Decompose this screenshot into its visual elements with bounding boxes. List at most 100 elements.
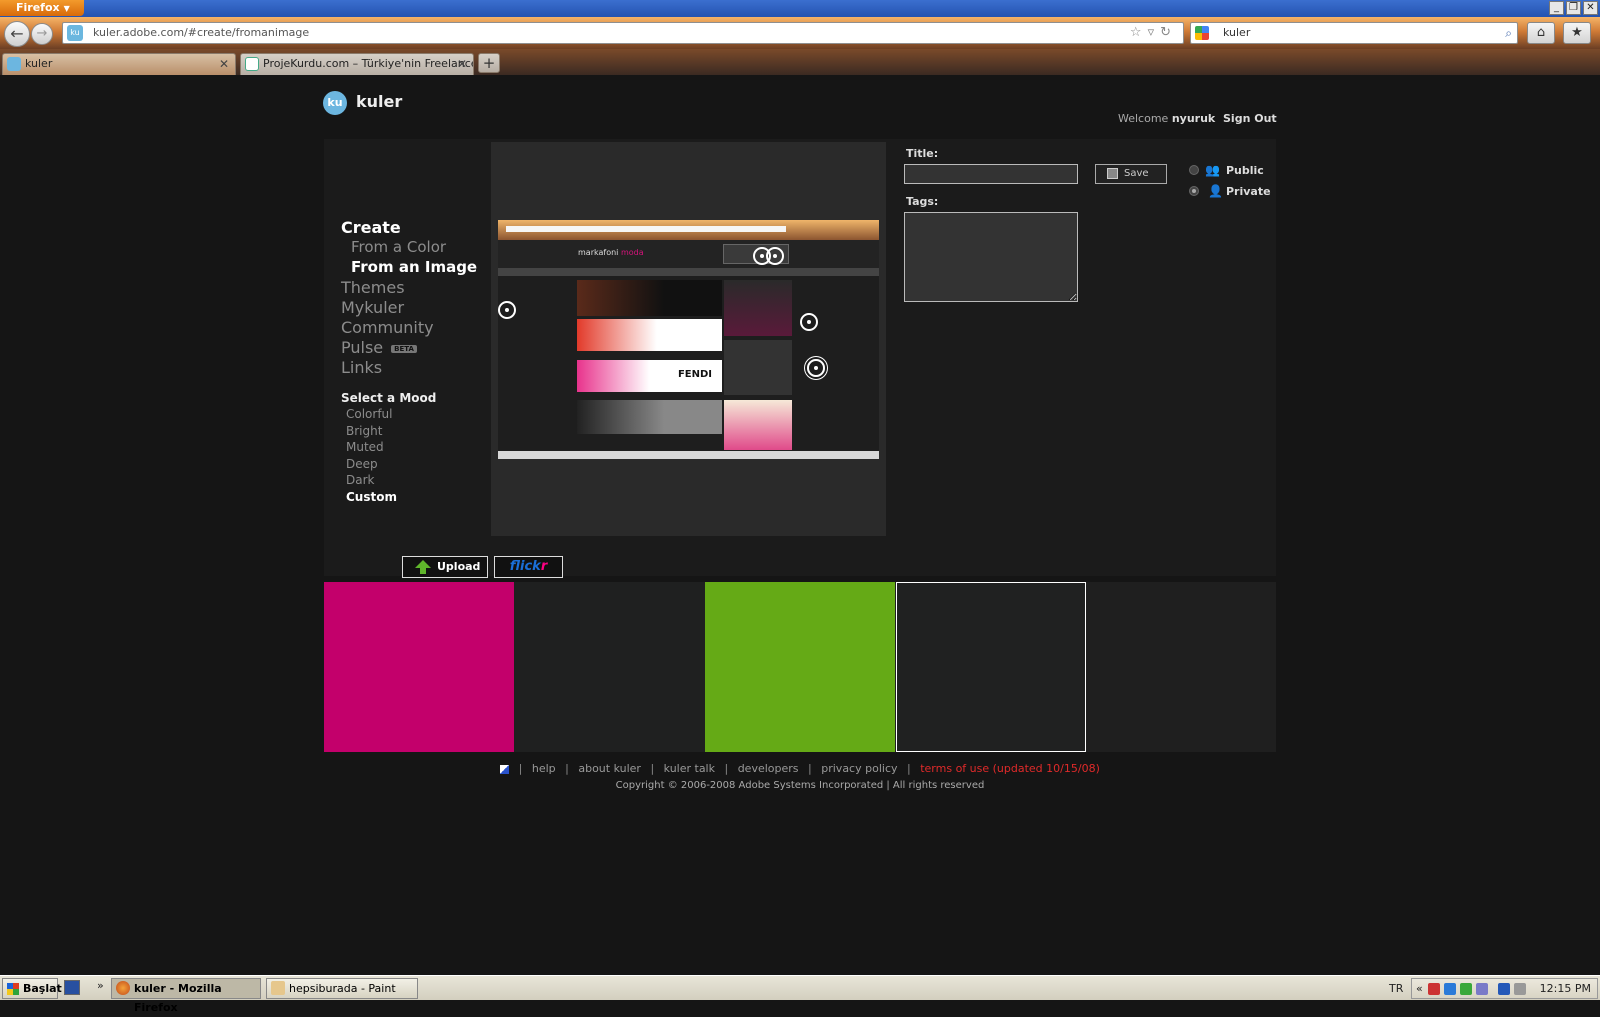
- copyright-text: Copyright © 2006-2008 Adobe Systems Inco…: [615, 780, 985, 791]
- tray-monitor-icon[interactable]: [1498, 983, 1510, 995]
- footer-links: | help | about kuler | kuler talk | deve…: [0, 762, 1600, 775]
- tray-security-icon[interactable]: [1428, 983, 1440, 995]
- color-picker-handle-3[interactable]: [766, 247, 784, 265]
- quicklaunch-more[interactable]: »: [97, 979, 104, 992]
- swatch-1[interactable]: [324, 582, 514, 752]
- mood-deep[interactable]: Deep: [346, 457, 378, 471]
- tray-expand-chevron[interactable]: «: [1416, 982, 1423, 995]
- username: nyuruk: [1171, 112, 1216, 125]
- tray-network-icon[interactable]: [1444, 983, 1456, 995]
- nav-community[interactable]: Community: [341, 318, 434, 337]
- url-text[interactable]: kuler.adobe.com/#create/fromanimage: [93, 23, 309, 43]
- minimize-icon[interactable]: _: [1549, 1, 1564, 15]
- tab-strip: kuler ✕ ProjeKurdu.com – Türkiye'nin Fre…: [0, 49, 1600, 75]
- tags-input[interactable]: [904, 212, 1078, 302]
- firefox-menu-button[interactable]: Firefox ▼: [0, 0, 84, 16]
- start-button[interactable]: Başlat: [2, 978, 62, 999]
- address-bar[interactable]: ku kuler.adobe.com/#create/fromanimage ☆…: [62, 22, 1184, 44]
- footer-developers-link[interactable]: developers: [738, 762, 799, 775]
- footer-terms-link[interactable]: terms of use (updated 10/15/08): [920, 762, 1100, 775]
- footer-talk-link[interactable]: kuler talk: [664, 762, 715, 775]
- search-icon[interactable]: ⌕: [1505, 23, 1512, 43]
- mood-colorful[interactable]: Colorful: [346, 407, 393, 421]
- mood-dark[interactable]: Dark: [346, 473, 374, 487]
- sign-out-link[interactable]: Sign Out: [1223, 112, 1277, 125]
- kuler-favicon-icon: ku: [67, 25, 83, 41]
- close-tab-icon[interactable]: ✕: [457, 54, 467, 74]
- color-picker-handle-1[interactable]: [498, 301, 516, 319]
- search-bar[interactable]: kuler ⌕: [1190, 22, 1518, 44]
- tab-projekurdu[interactable]: ProjeKurdu.com – Türkiye'nin Freelance İ…: [240, 53, 474, 75]
- kuler-favicon-icon: [7, 57, 21, 71]
- image-site-logo: markafoni moda: [578, 248, 644, 257]
- tab-kuler[interactable]: kuler ✕: [2, 53, 236, 75]
- back-arrow-icon[interactable]: ←: [4, 21, 30, 47]
- restore-icon[interactable]: ❐: [1566, 1, 1581, 15]
- show-desktop-icon[interactable]: [64, 980, 80, 995]
- swatch-3[interactable]: [705, 582, 895, 752]
- bookmark-star-reload-icon[interactable]: ☆▿↻: [1130, 23, 1177, 43]
- tags-label: Tags:: [906, 195, 939, 208]
- nav-themes[interactable]: Themes: [341, 278, 405, 297]
- projekurdu-favicon-icon: [245, 57, 259, 71]
- tab-title: ProjeKurdu.com – Türkiye'nin Freelance İ…: [263, 57, 474, 70]
- firefox-icon: [116, 981, 130, 995]
- adobe-logo-icon[interactable]: [500, 764, 510, 774]
- beta-badge: BETA: [391, 344, 417, 353]
- volume-icon[interactable]: [1514, 983, 1526, 995]
- google-icon[interactable]: [1195, 26, 1209, 40]
- close-window-icon[interactable]: ✕: [1583, 1, 1598, 15]
- private-label[interactable]: Private: [1226, 185, 1271, 198]
- task-paint[interactable]: hepsiburada - Paint: [266, 978, 418, 999]
- task-firefox[interactable]: kuler - Mozilla Firefox: [111, 978, 261, 1014]
- create-panel: Create From a Color From an Image Themes…: [324, 139, 1276, 576]
- kuler-logo-icon[interactable]: ku: [323, 91, 347, 115]
- swatch-2[interactable]: [515, 582, 705, 752]
- image-preview-panel: markafoni moda FENDI: [491, 142, 886, 536]
- mood-custom[interactable]: Custom: [346, 490, 397, 504]
- paint-icon: [271, 981, 285, 995]
- swatch-4[interactable]: [896, 582, 1086, 752]
- image-status-bar: [498, 451, 879, 459]
- nav-create[interactable]: Create: [341, 218, 401, 237]
- image-tile-promo: [724, 280, 792, 336]
- nav-from-a-color[interactable]: From a Color: [351, 238, 446, 256]
- color-picker-handle-4[interactable]: [800, 313, 818, 331]
- close-tab-icon[interactable]: ✕: [219, 54, 229, 74]
- footer-privacy-link[interactable]: privacy policy: [821, 762, 897, 775]
- private-radio[interactable]: [1189, 186, 1199, 196]
- image-tile-dolce-gabbana: [577, 400, 722, 434]
- flickr-button[interactable]: flickr: [494, 556, 563, 578]
- color-picker-handle-5[interactable]: [807, 359, 825, 377]
- title-input[interactable]: [904, 164, 1078, 184]
- windows-taskbar: Başlat » kuler - Mozilla Firefox hepsibu…: [0, 975, 1600, 1014]
- language-indicator[interactable]: TR: [1389, 982, 1403, 995]
- kuler-logo-text[interactable]: kuler: [356, 92, 402, 111]
- home-icon[interactable]: ⌂: [1527, 22, 1555, 44]
- upload-arrow-icon: [415, 560, 431, 568]
- tray-app-icon[interactable]: [1476, 983, 1488, 995]
- swatch-5[interactable]: [1086, 582, 1276, 752]
- mood-bright[interactable]: Bright: [346, 424, 382, 438]
- nav-mykuler[interactable]: Mykuler: [341, 298, 404, 317]
- image-tile-fendi: FENDI: [577, 360, 722, 392]
- color-swatches: [324, 582, 1276, 752]
- forward-arrow-icon[interactable]: →: [31, 23, 53, 45]
- image-tile-red-dress: [577, 319, 722, 351]
- nav-links[interactable]: Links: [341, 358, 382, 377]
- nav-pulse[interactable]: Pulse BETA: [341, 338, 417, 357]
- public-radio[interactable]: [1189, 165, 1199, 175]
- footer-help-link[interactable]: help: [532, 762, 556, 775]
- save-button[interactable]: Save: [1095, 164, 1167, 184]
- upload-button[interactable]: Upload: [402, 556, 488, 578]
- mood-muted[interactable]: Muted: [346, 440, 384, 454]
- new-tab-button[interactable]: +: [478, 53, 500, 73]
- bookmarks-menu-icon[interactable]: ★: [1563, 22, 1591, 44]
- clock: 12:15 PM: [1539, 982, 1591, 995]
- public-label[interactable]: Public: [1226, 164, 1264, 177]
- tray-update-icon[interactable]: [1460, 983, 1472, 995]
- image-tile-dark: [724, 340, 792, 395]
- search-input[interactable]: kuler: [1223, 23, 1250, 43]
- nav-from-an-image[interactable]: From an Image: [351, 258, 477, 276]
- footer-about-link[interactable]: about kuler: [578, 762, 641, 775]
